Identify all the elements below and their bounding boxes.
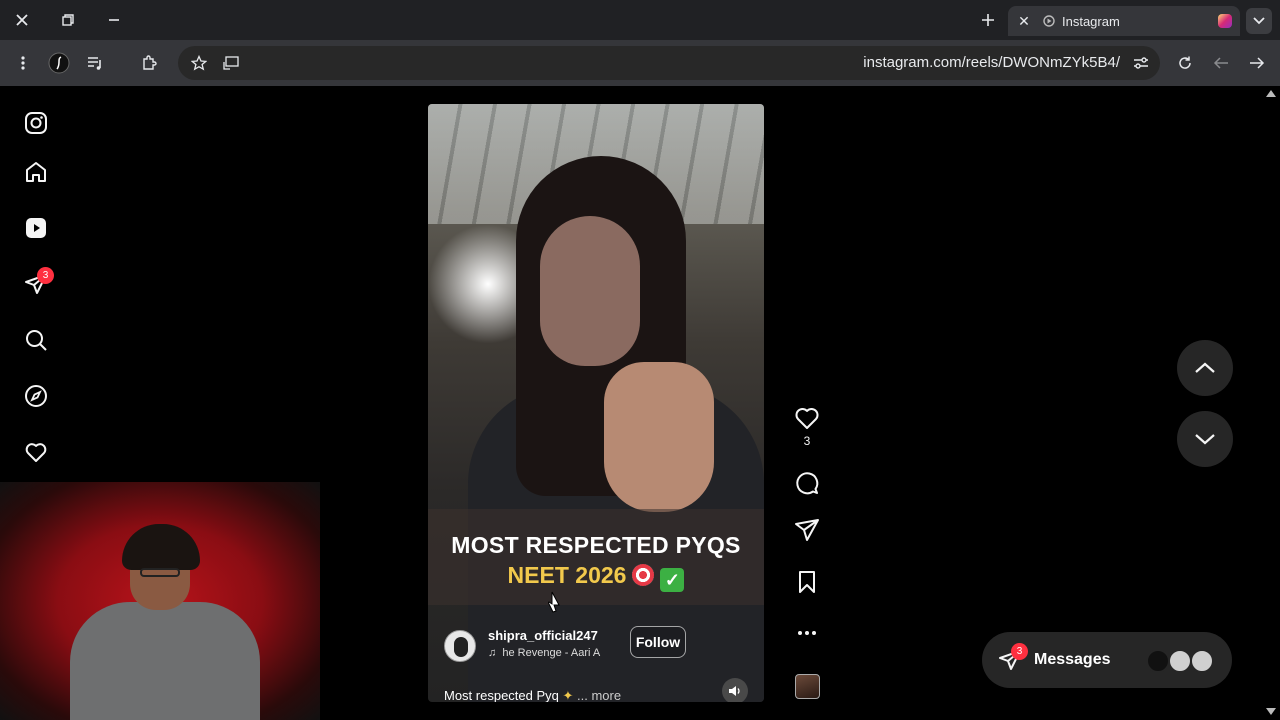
follow-button[interactable]: Follow [630, 626, 686, 658]
share-action[interactable] [794, 518, 820, 542]
site-settings-icon[interactable] [1130, 52, 1152, 74]
message-avatar-3 [1190, 649, 1214, 673]
media-queue-icon[interactable] [84, 52, 106, 74]
explore-compass-icon[interactable] [22, 382, 50, 410]
next-reel-button[interactable] [1177, 411, 1233, 467]
message-avatar-2 [1168, 649, 1192, 673]
new-tab-icon[interactable] [976, 8, 1000, 32]
reel-favicon-icon [1043, 15, 1055, 27]
checkmark-emoji-icon: ✓ [660, 568, 685, 592]
reels-icon[interactable] [22, 214, 50, 242]
address-bar[interactable]: instagram.com/reels/DWONmZYk5B4/ [178, 46, 1160, 80]
more-dots-icon[interactable] [797, 630, 817, 636]
more-options-action[interactable] [794, 630, 820, 636]
reel-music[interactable]: ♫ he Revenge - Aari A [488, 647, 600, 659]
url-text[interactable]: instagram.com/reels/DWONmZYk5B4/ [863, 54, 1120, 71]
messages-label: Messages [1034, 651, 1111, 668]
webcam-person-body [70, 602, 260, 720]
menu-dots-icon[interactable] [12, 52, 34, 74]
chevron-up-icon [1195, 362, 1215, 373]
target-emoji-icon [632, 564, 655, 586]
mute-toggle-button[interactable] [722, 678, 748, 702]
video-person-face [540, 216, 640, 366]
reel-video[interactable]: MOST RESPECTED PYQS NEET 2026 ✓ shipra_of… [428, 104, 764, 702]
video-person-hand [604, 362, 714, 512]
close-window-icon[interactable] [10, 8, 34, 32]
home-icon[interactable] [22, 158, 50, 186]
instagram-glyph-icon[interactable] [22, 109, 50, 137]
tab-search-chevron-icon[interactable] [1246, 8, 1272, 34]
more-link[interactable]: ... more [577, 688, 621, 702]
scrollbar-up-arrow[interactable] [1266, 90, 1276, 97]
reel-author-row: shipra_official247 ♫ he Revenge - Aari A… [444, 626, 754, 666]
music-title: he Revenge - Aari A [502, 647, 601, 659]
tab-title: Instagram [1062, 13, 1120, 29]
music-note-icon: ♫ [488, 647, 503, 659]
caption-subtitle: NEET 2026 ✓ [428, 562, 764, 592]
reload-icon[interactable] [1174, 52, 1196, 74]
reel-description[interactable]: Most respected Pyq ✦ ... more [444, 688, 621, 702]
notification-badge: 3 [37, 267, 54, 284]
minimize-window-icon[interactable] [102, 8, 126, 32]
browser-tab-strip: ✕ Instagram [0, 0, 1280, 40]
like-heart-icon[interactable] [794, 406, 820, 430]
author-avatar[interactable] [444, 630, 476, 662]
tab-instagram[interactable]: ✕ Instagram [1008, 6, 1240, 36]
webcam-person-glasses [140, 568, 180, 577]
like-action[interactable]: 3 [794, 406, 820, 448]
messages-badge: 3 [1011, 643, 1028, 660]
save-action[interactable] [794, 570, 820, 594]
original-audio-thumbnail[interactable] [795, 674, 820, 699]
message-avatar-1 [1146, 649, 1170, 673]
bookmark-icon[interactable] [797, 570, 817, 594]
browser-toolbar: instagram.com/reels/DWONmZYk5B4/ [0, 40, 1280, 86]
chevron-down-icon [1195, 434, 1215, 445]
webcam-overlay [0, 482, 320, 720]
messages-button[interactable]: 3 Messages [982, 632, 1232, 688]
sparkle-emoji-icon: ✦ [562, 688, 578, 702]
caption-title: MOST RESPECTED PYQS [451, 532, 741, 558]
restore-window-icon[interactable] [56, 8, 80, 32]
author-username[interactable]: shipra_official247 [488, 628, 598, 643]
comment-bubble-icon[interactable] [794, 470, 820, 496]
profile-avatar-icon[interactable] [48, 52, 70, 74]
notifications-heart-icon[interactable] [22, 438, 50, 466]
extensions-icon[interactable] [138, 52, 160, 74]
mouse-cursor-icon [548, 591, 560, 613]
instagram-page: 3 MOST RESPECTED PYQS NEET 2026 ✓ shipra_… [0, 86, 1280, 720]
previous-reel-button[interactable] [1177, 340, 1233, 396]
comment-action[interactable] [794, 470, 820, 496]
like-count: 3 [803, 434, 811, 448]
forward-arrow-icon[interactable] [1246, 52, 1268, 74]
caption-subtitle-text: NEET 2026 [507, 562, 627, 588]
close-tab-icon[interactable]: ✕ [1016, 13, 1032, 30]
instagram-logo-icon [1218, 14, 1232, 28]
search-icon[interactable] [22, 326, 50, 354]
speaker-icon [729, 686, 740, 696]
scrollbar-down-arrow[interactable] [1266, 708, 1276, 715]
back-arrow-icon[interactable] [1210, 52, 1232, 74]
webcam-person-hair [122, 524, 200, 570]
description-text: Most respected Pyq [444, 688, 559, 702]
share-paper-plane-icon[interactable] [794, 518, 820, 542]
cast-screen-icon[interactable] [220, 52, 242, 74]
bookmark-star-icon[interactable] [188, 52, 210, 74]
